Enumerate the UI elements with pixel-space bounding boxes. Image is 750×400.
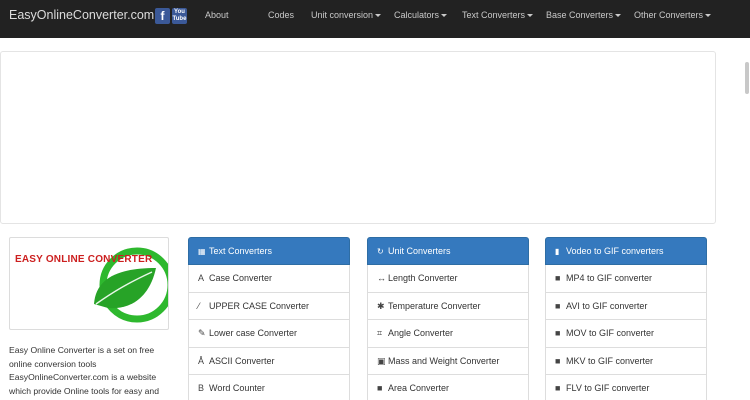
link-mass-weight-converter[interactable]: ▣ Mass and Weight Converter	[367, 347, 529, 375]
item-label: FLV to GIF converter	[566, 383, 650, 393]
link-mp4-to-gif[interactable]: ■ MP4 to GIF converter	[545, 265, 707, 293]
refresh-icon: ↻	[377, 247, 384, 256]
panel-heading: ▮ Vodeo to GIF converters	[545, 237, 707, 265]
logo-text: EASY ONLINE CONVERTER	[15, 254, 153, 265]
ad-placeholder	[0, 51, 716, 224]
link-flv-to-gif[interactable]: ■ FLV to GIF converter	[545, 375, 707, 400]
item-label: UPPER CASE Converter	[209, 300, 310, 311]
text-icon: Å	[198, 355, 205, 366]
item-label: Case Converter	[209, 273, 273, 283]
link-upper-case-converter[interactable]: ⁄ UPPER CASE Converter	[188, 292, 350, 320]
font-icon: A	[198, 273, 205, 283]
pen-icon: ✎	[198, 328, 206, 338]
logo-leaf-icon	[94, 247, 168, 323]
nav-other-converters-label: Other Converters	[634, 10, 704, 20]
nav-base-converters[interactable]: Base Converters	[546, 10, 622, 20]
item-label: Temperature Converter	[388, 300, 481, 311]
item-label: Word Counter	[209, 383, 265, 393]
item-label: MKV to GIF converter	[566, 355, 654, 366]
item-label: Lower case Converter	[209, 328, 298, 338]
caret-down-icon	[705, 14, 712, 18]
wand-icon: ⁄	[198, 300, 200, 311]
video-camera-icon: ■	[555, 300, 561, 311]
item-label: Mass and Weight Converter	[388, 355, 500, 366]
link-temperature-converter[interactable]: ✱ Temperature Converter	[367, 292, 529, 320]
stop-icon: ■	[377, 383, 383, 393]
link-angle-converter[interactable]: ⌗ Angle Converter	[367, 320, 529, 348]
crop-icon: ⌗	[377, 328, 383, 338]
panel-unit-converters: ↻ Unit Converters ↔ Length Converter ✱ Temp…	[367, 237, 529, 400]
panel-title: Vodeo to GIF converters	[566, 246, 664, 256]
panel-title: Unit Converters	[388, 246, 451, 256]
caret-down-icon	[375, 14, 382, 18]
video-camera-icon: ■	[555, 355, 561, 366]
link-word-counter[interactable]: B Word Counter	[188, 375, 350, 400]
panel-title: Text Converters	[209, 246, 273, 256]
nav-base-converters-label: Base Converters	[546, 10, 614, 20]
resize-horizontal-icon: ↔	[377, 273, 386, 283]
site-logo: EASY ONLINE CONVERTER	[9, 237, 169, 330]
link-avi-to-gif[interactable]: ■ AVI to GIF converter	[545, 292, 707, 320]
nav-unit-conversion-label: Unit conversion	[311, 10, 374, 20]
video-camera-icon: ■	[555, 273, 561, 283]
scale-icon: ▣	[377, 355, 386, 366]
about-paragraph: Easy Online Converter is a set on free o…	[9, 345, 159, 396]
file-text-icon: ▦	[198, 247, 206, 256]
item-label: MP4 to GIF converter	[566, 273, 653, 283]
brand-link[interactable]: EasyOnlineConverter.com	[9, 8, 154, 22]
link-ascii-converter[interactable]: Å ASCII Converter	[188, 347, 350, 375]
link-mov-to-gif[interactable]: ■ MOV to GIF converter	[545, 320, 707, 348]
top-navbar: EasyOnlineConverter.com f You Tube About…	[0, 0, 750, 38]
nav-other-converters[interactable]: Other Converters	[634, 10, 712, 20]
item-label: Area Converter	[388, 383, 450, 393]
nav-unit-conversion[interactable]: Unit conversion	[311, 10, 382, 20]
panel-heading: ▦ Text Converters	[188, 237, 350, 265]
nav-text-converters-label: Text Converters	[462, 10, 526, 20]
caret-down-icon	[615, 14, 622, 18]
item-label: MOV to GIF converter	[566, 328, 655, 338]
link-length-converter[interactable]: ↔ Length Converter	[367, 265, 529, 293]
nav-about-label: About	[205, 10, 229, 20]
panel-video-to-gif: ▮ Vodeo to GIF converters ■ MP4 to GIF con…	[545, 237, 707, 400]
caret-down-icon	[441, 14, 448, 18]
link-lower-case-converter[interactable]: ✎ Lower case Converter	[188, 320, 350, 348]
video-camera-icon: ■	[555, 383, 561, 393]
nav-calculators[interactable]: Calculators	[394, 10, 448, 20]
item-label: AVI to GIF converter	[566, 300, 648, 311]
panel-text-converters: ▦ Text Converters A Case Converter ⁄ UPPER …	[188, 237, 350, 400]
nav-text-converters[interactable]: Text Converters	[462, 10, 534, 20]
youtube-icon[interactable]: You Tube	[172, 8, 187, 24]
caret-down-icon	[527, 14, 534, 18]
link-mkv-to-gif[interactable]: ■ MKV to GIF converter	[545, 347, 707, 375]
page-scrollbar[interactable]	[745, 62, 749, 94]
video-camera-icon: ■	[555, 328, 561, 338]
link-area-converter[interactable]: ■ Area Converter	[367, 375, 529, 400]
bold-icon: B	[198, 383, 205, 393]
facebook-icon[interactable]: f	[155, 8, 170, 24]
nav-codes-label: Codes	[268, 10, 295, 20]
item-label: ASCII Converter	[209, 355, 275, 366]
link-case-converter[interactable]: A Case Converter	[188, 265, 350, 293]
asterisk-icon: ✱	[377, 300, 385, 311]
nav-about[interactable]: About	[205, 10, 229, 20]
phone-icon: ▮	[555, 247, 560, 256]
nav-calculators-label: Calculators	[394, 10, 440, 20]
item-label: Length Converter	[388, 273, 458, 283]
panel-heading: ↻ Unit Converters	[367, 237, 529, 265]
item-label: Angle Converter	[388, 328, 454, 338]
nav-codes[interactable]: Codes	[268, 10, 294, 20]
